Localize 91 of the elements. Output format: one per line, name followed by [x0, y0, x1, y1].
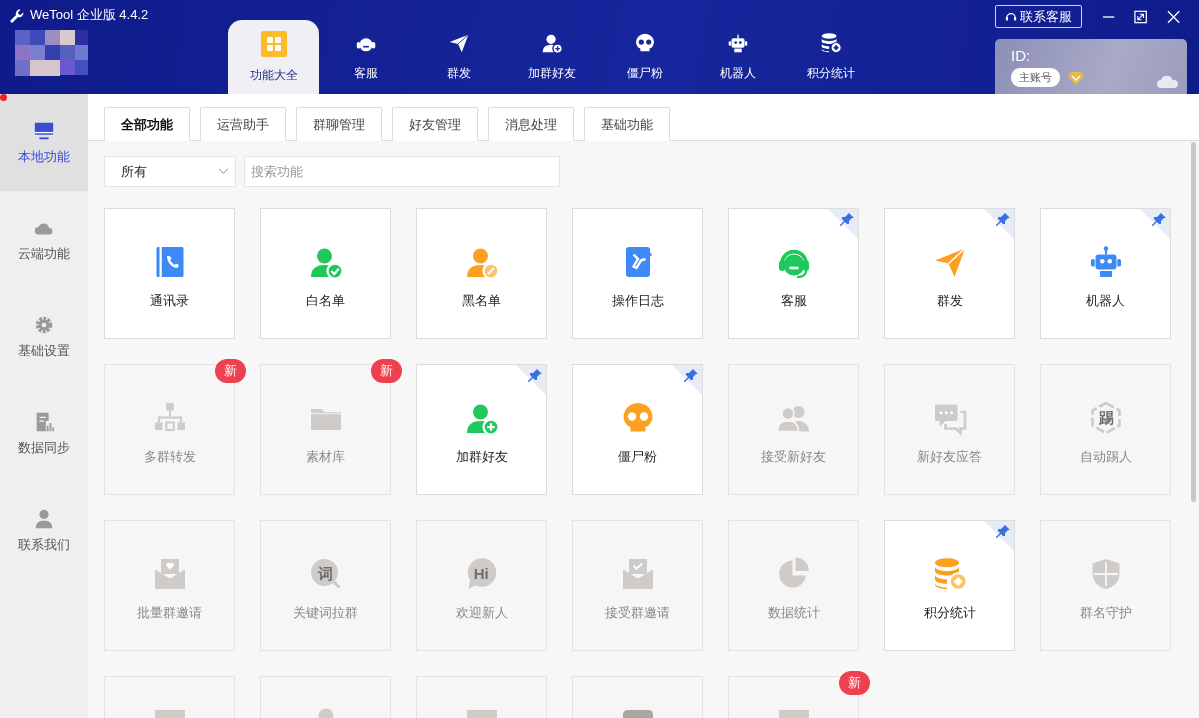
- coins-icon: [934, 558, 967, 591]
- notebook-icon: [625, 247, 651, 277]
- new-badge: 新: [371, 359, 402, 383]
- window-title: WeTool 企业版 4.4.2: [30, 6, 149, 24]
- diamond-icon: [1068, 70, 1084, 85]
- account-role-badge: 主账号: [1011, 68, 1060, 88]
- category-tab[interactable]: 基础功能: [584, 107, 670, 141]
- feature-card[interactable]: 客服: [728, 208, 859, 339]
- feature-card[interactable]: 加群好友: [416, 364, 547, 495]
- feature-label: 积分统计: [923, 604, 976, 622]
- sidebar-item[interactable]: 基础设置: [0, 288, 88, 385]
- nav-tab[interactable]: 僵尸粉: [598, 20, 691, 94]
- feature-card[interactable]: 黑名单: [416, 208, 547, 339]
- feature-label: 僵尸粉: [618, 448, 657, 466]
- feature-label: 加群好友: [455, 448, 508, 466]
- feature-label: 多群转发: [143, 448, 196, 466]
- support-button[interactable]: 联系客服: [995, 5, 1083, 29]
- envelope-check-icon: [622, 559, 653, 589]
- category-tab[interactable]: 运营助手: [200, 107, 286, 141]
- magnifier-bubble-icon: [310, 559, 341, 589]
- chevron-down-icon: [218, 168, 229, 175]
- nav-tab[interactable]: 机器人: [691, 20, 784, 94]
- scrollbar-thumb[interactable]: [1191, 142, 1196, 502]
- feature-label: 通讯录: [150, 292, 189, 310]
- feature-label: 素材库: [306, 448, 345, 466]
- feature-card[interactable]: 僵尸粉: [572, 364, 703, 495]
- feature-label: 数据统计: [767, 604, 820, 622]
- category-tab[interactable]: 好友管理: [392, 107, 478, 141]
- user-block-icon: [466, 248, 500, 280]
- headset-icon: [1005, 10, 1018, 23]
- icon-glyph: 踢: [1098, 408, 1113, 426]
- pie-chart-icon: [778, 557, 809, 588]
- sidebar-item[interactable]: 数据同步: [0, 385, 88, 482]
- nav-tab[interactable]: 群发: [412, 20, 505, 94]
- feature-card[interactable]: 积分统计: [884, 520, 1015, 651]
- feature-label: 自动踢人: [1079, 448, 1132, 466]
- icon-glyph: Hi: [473, 564, 489, 582]
- user-add-icon: [466, 404, 500, 436]
- nav-tab[interactable]: 功能大全: [228, 20, 319, 94]
- sidebar-item[interactable]: 联系我们: [0, 482, 88, 579]
- nav-tab[interactable]: 客服: [319, 20, 412, 94]
- feature-card[interactable]: 机器人: [1040, 208, 1171, 339]
- shield-icon: [1092, 559, 1119, 589]
- address-book-icon: [156, 247, 183, 277]
- feature-label: 操作日志: [611, 292, 664, 310]
- hexagon-icon: [1090, 401, 1121, 435]
- robot-icon: [1090, 246, 1121, 277]
- envelope-heart-icon: [154, 559, 185, 589]
- category-tab[interactable]: 全部功能: [104, 107, 190, 141]
- feature-label: 群名守护: [1079, 604, 1132, 622]
- person-icon: [33, 507, 55, 530]
- nav-tab[interactable]: 积分统计: [784, 20, 877, 94]
- icon-glyph: 词: [317, 564, 333, 582]
- account-id: ID:: [1011, 47, 1032, 65]
- headset-icon: [778, 249, 809, 279]
- skull-icon: [623, 403, 652, 432]
- search-field[interactable]: 搜索功能: [244, 156, 560, 187]
- feature-label: 接受新好友: [761, 448, 826, 466]
- feature-label: 黑名单: [462, 292, 501, 310]
- feature-label: 关键词拉群: [293, 604, 358, 622]
- chat-icon: [934, 404, 966, 436]
- sidebar-item[interactable]: 本地功能: [0, 94, 88, 191]
- category-tab[interactable]: 消息处理: [488, 107, 574, 141]
- speech-bubble-icon: [467, 558, 496, 589]
- feature-label: 批量群邀请: [137, 604, 202, 622]
- maximize-icon[interactable]: [1134, 9, 1148, 24]
- feature-card[interactable]: 群发: [884, 208, 1015, 339]
- new-badge: 新: [215, 359, 246, 383]
- feature-label: 欢迎新人: [455, 604, 508, 622]
- feature-label: 新好友应答: [917, 448, 982, 466]
- category-tab[interactable]: 群聊管理: [296, 107, 382, 141]
- folder-icon: [309, 409, 342, 430]
- nav-tab[interactable]: 加群好友: [505, 20, 598, 94]
- feature-card[interactable]: 白名单: [260, 208, 391, 339]
- users-icon: [776, 406, 809, 433]
- feature-label: 机器人: [1086, 292, 1125, 310]
- close-icon[interactable]: [1166, 9, 1180, 24]
- apps-icon: [259, 30, 288, 58]
- feature-label: 白名单: [306, 292, 345, 310]
- new-badge: 新: [839, 671, 870, 695]
- paper-plane-icon: [934, 247, 966, 277]
- feature-label: 群发: [936, 292, 963, 310]
- feature-label: 接受群邀请: [605, 604, 670, 622]
- feature-card[interactable]: 操作日志: [572, 208, 703, 339]
- category-dropdown[interactable]: 所有: [104, 156, 236, 187]
- feature-label: 客服: [780, 292, 807, 310]
- org-chart-icon: [154, 403, 185, 432]
- feature-card[interactable]: 通讯录: [104, 208, 235, 339]
- user-check-icon: [310, 248, 344, 280]
- sidebar-item[interactable]: 云端功能: [0, 191, 88, 288]
- wrench-icon: [8, 7, 24, 23]
